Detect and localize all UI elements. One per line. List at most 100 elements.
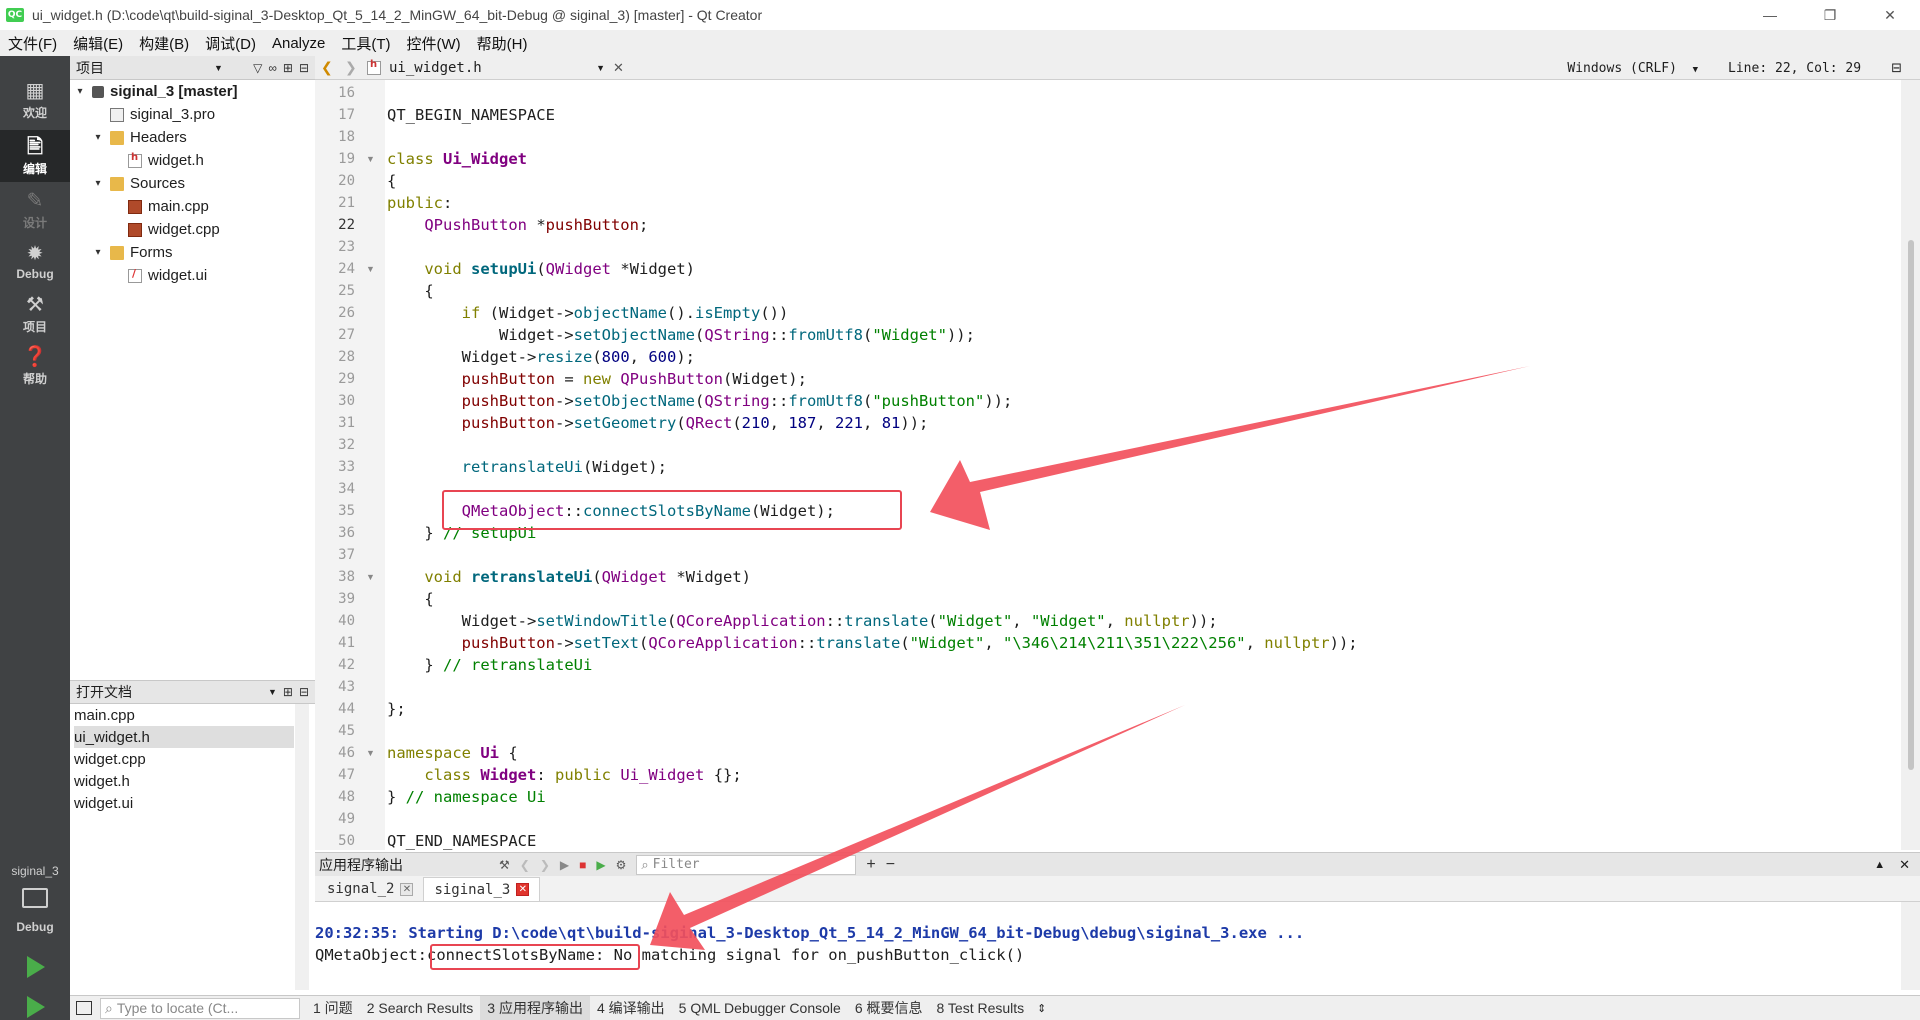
- status-tab[interactable]: 3 应用程序输出: [480, 995, 590, 1020]
- close-document-icon[interactable]: ✕: [613, 60, 624, 76]
- menu-item[interactable]: 工具(T): [333, 33, 398, 54]
- chevron-down-icon[interactable]: ▾: [92, 178, 104, 189]
- tree-item[interactable]: widget.ui: [110, 264, 207, 287]
- status-tab[interactable]: 4 编译输出: [590, 996, 672, 1020]
- maximize-icon[interactable]: ❐: [1800, 0, 1860, 30]
- chevron-down-icon[interactable]: ▾: [92, 132, 104, 143]
- maximize-pane-icon[interactable]: ▲: [1874, 859, 1885, 871]
- toggle-sidebar-icon[interactable]: [76, 1001, 92, 1015]
- fold-marker-icon[interactable]: ▼: [366, 742, 375, 764]
- zoom-out-icon[interactable]: −: [886, 856, 895, 874]
- code-editor[interactable]: QT_BEGIN_NAMESPACE class Ui_Widget {public…: [385, 80, 1901, 850]
- tree-item[interactable]: ▾ Headers: [92, 126, 186, 149]
- output-filter-input[interactable]: ⌕ Filter: [636, 854, 857, 875]
- attach-debugger-icon[interactable]: ▶: [596, 858, 605, 872]
- mode-design[interactable]: ✎ 设计: [0, 184, 70, 236]
- settings-icon[interactable]: ⚙: [616, 858, 627, 872]
- stop-icon[interactable]: ■: [579, 858, 586, 872]
- menu-item[interactable]: 调试(D): [197, 33, 264, 54]
- close-tab-icon[interactable]: ✕: [516, 883, 530, 896]
- menu-item[interactable]: 帮助(H): [469, 33, 536, 54]
- status-tab[interactable]: 2 Search Results: [360, 996, 481, 1020]
- status-tab[interactable]: 6 概要信息: [848, 996, 930, 1020]
- split-icon[interactable]: ⊞: [283, 61, 293, 75]
- output-scrollbar[interactable]: [1901, 902, 1920, 990]
- output-tab[interactable]: signal_2 ✕: [317, 877, 423, 901]
- menu-item[interactable]: 构建(B): [131, 33, 197, 54]
- output-pane-tabs: 1 问题 2 Search Results 3 应用程序输出 4 编译输出 5 QML …: [306, 995, 1032, 1020]
- menu-item[interactable]: 编辑(E): [65, 33, 131, 54]
- tree-item[interactable]: widget.cpp: [110, 218, 220, 241]
- close-pane-icon[interactable]: ✕: [1899, 857, 1910, 873]
- code-line: class Ui_Widget: [387, 150, 528, 168]
- chevron-down-icon[interactable]: ▾: [92, 247, 104, 258]
- open-document-item[interactable]: widget.cpp: [74, 748, 294, 770]
- locator-input[interactable]: ⌕ Type to locate (Ct...: [100, 997, 300, 1019]
- prev-icon[interactable]: ❮: [520, 858, 530, 872]
- close-tab-icon[interactable]: ✕: [400, 882, 414, 896]
- open-document-item[interactable]: main.cpp: [74, 704, 294, 726]
- mode-debug[interactable]: ✹ Debug: [0, 236, 70, 288]
- mode-label: 欢迎: [22, 105, 47, 120]
- output-tab-active[interactable]: siginal_3 ✕: [423, 877, 541, 901]
- split-icon[interactable]: ⊞: [283, 685, 293, 699]
- line-ending-selector[interactable]: Windows (CRLF) ▼: [1567, 61, 1698, 76]
- status-tab[interactable]: 1 问题: [306, 996, 360, 1020]
- tree-item[interactable]: main.cpp: [110, 195, 209, 218]
- back-arrow-icon[interactable]: ❮: [321, 59, 339, 76]
- close-pane-icon[interactable]: ⊟: [299, 685, 309, 699]
- run-button[interactable]: [24, 956, 48, 980]
- debug-run-button[interactable]: [24, 996, 48, 1020]
- status-tab[interactable]: 8 Test Results: [930, 996, 1032, 1020]
- fold-marker-icon[interactable]: ▼: [366, 148, 375, 170]
- tree-item[interactable]: ▾ Forms: [92, 241, 173, 264]
- next-icon[interactable]: ❯: [540, 858, 550, 872]
- search-icon: ⌕: [641, 856, 649, 872]
- fold-marker-icon[interactable]: ▼: [366, 566, 375, 588]
- tree-item[interactable]: ▾ Sources: [92, 172, 185, 195]
- open-document-item[interactable]: widget.ui: [74, 792, 294, 814]
- editor-scrollbar[interactable]: [1901, 80, 1920, 850]
- link-icon[interactable]: ∞: [268, 61, 277, 75]
- document-selector[interactable]: ui_widget.h ▼: [363, 56, 613, 80]
- open-docs-scrollbar[interactable]: [295, 704, 309, 990]
- code-line: QT_END_NAMESPACE: [387, 832, 537, 850]
- menu-item[interactable]: 文件(F): [0, 33, 65, 54]
- tree-item[interactable]: ▾ siginal_3 [master]: [74, 80, 237, 103]
- mode-welcome[interactable]: ▦ 欢迎: [0, 74, 70, 126]
- split-icon[interactable]: ⊟: [1891, 60, 1902, 76]
- menu-item[interactable]: 控件(W): [399, 33, 469, 54]
- open-document-item[interactable]: ui_widget.h: [74, 726, 294, 748]
- forward-arrow-icon[interactable]: ❯: [345, 59, 363, 76]
- scrollbar-thumb[interactable]: [1908, 240, 1914, 770]
- line-number: 21: [338, 195, 355, 211]
- monitor-icon[interactable]: [22, 888, 48, 908]
- open-document-item[interactable]: widget.h: [74, 770, 294, 792]
- code-line: class Widget: public Ui_Widget {};: [424, 766, 742, 784]
- project-pane-header: 项目 ▼ ▽ ∞ ⊞ ⊟: [70, 56, 315, 80]
- zoom-in-icon[interactable]: +: [866, 856, 875, 874]
- mode-projects[interactable]: ⚒ 项目: [0, 288, 70, 340]
- mode-edit[interactable]: 🖹 编辑: [0, 130, 70, 182]
- chevron-down-icon[interactable]: ▼: [268, 687, 277, 697]
- chevron-down-icon[interactable]: ▼: [214, 63, 223, 73]
- output-pane-toolbar: 应用程序输出 ⚒ ❮ ❯ ▶ ■ ▶ ⚙ ⌕ Filter + − ▲ ✕: [315, 852, 1920, 876]
- close-pane-icon[interactable]: ⊟: [299, 61, 309, 75]
- status-tab[interactable]: 5 QML Debugger Console: [672, 996, 848, 1020]
- code-line: retranslateUi(Widget);: [461, 458, 667, 476]
- filter-icon[interactable]: ▽: [253, 61, 262, 75]
- rerun-icon[interactable]: ▶: [560, 858, 569, 872]
- minimize-icon[interactable]: —: [1740, 0, 1800, 30]
- clean-icon[interactable]: ⚒: [499, 858, 510, 872]
- mode-help[interactable]: ❓ 帮助: [0, 340, 70, 392]
- chevron-down-icon[interactable]: ▾: [74, 86, 86, 97]
- close-icon[interactable]: ✕: [1860, 0, 1920, 30]
- tree-item-label: Forms: [130, 244, 173, 261]
- cursor-position[interactable]: Line: 22, Col: 29: [1728, 61, 1861, 76]
- menu-item[interactable]: Analyze: [264, 35, 333, 52]
- tree-item[interactable]: widget.h: [110, 149, 204, 172]
- tree-item[interactable]: siginal_3.pro: [92, 103, 215, 126]
- line-number: 37: [338, 547, 355, 563]
- fold-marker-icon[interactable]: ▼: [366, 258, 375, 280]
- more-tabs-icon[interactable]: ⇕: [1037, 1002, 1046, 1015]
